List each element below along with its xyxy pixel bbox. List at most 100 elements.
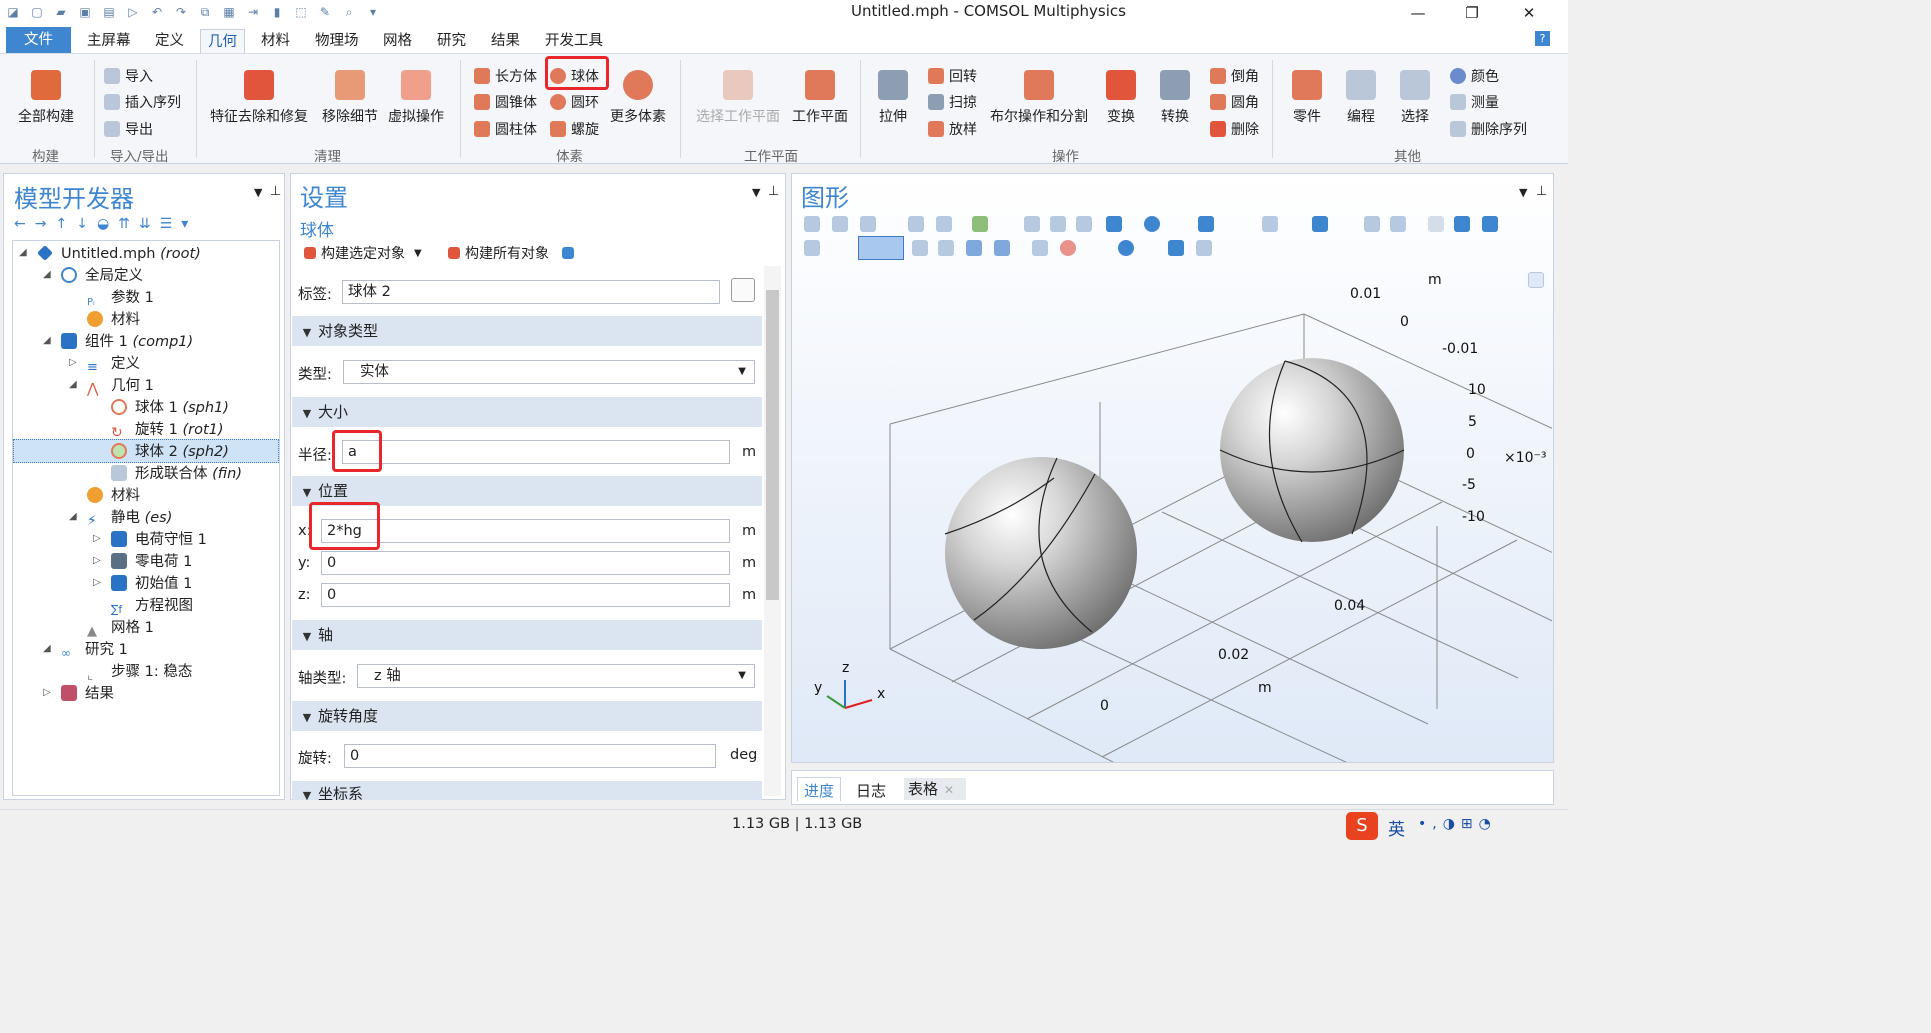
expand-toggle[interactable]: ▷ (69, 357, 79, 368)
view-icon[interactable] (1482, 216, 1498, 232)
feature-repair-button[interactable]: 特征去除和修复 (210, 70, 308, 126)
render-icon[interactable] (1262, 216, 1278, 232)
tree-node-electrostatics[interactable]: ⚡ 静电 (es) (87, 507, 172, 529)
torus-button[interactable]: 圆环 (550, 92, 599, 112)
y-field[interactable]: 0 (321, 551, 730, 575)
tab-materials[interactable]: 材料 (254, 29, 297, 53)
tree-node-root[interactable]: Untitled.mph (root) (37, 243, 201, 265)
select-box-icon[interactable] (1364, 216, 1380, 232)
tree-node-sphere1[interactable]: 球体 1 (sph1) (111, 397, 229, 419)
work-plane-button[interactable]: 工作平面 (792, 70, 848, 126)
tree-node-materials[interactable]: 材料 (87, 485, 140, 507)
zoom-box-icon[interactable] (860, 216, 876, 232)
pin-icon[interactable]: ⊥ (1536, 184, 1547, 199)
collapse-toggle[interactable]: ◢ (43, 643, 53, 654)
expand-all-icon[interactable]: ⇈ (118, 216, 130, 232)
collapse-toggle[interactable]: ◢ (43, 269, 53, 280)
tree-node-results[interactable]: 结果 (61, 683, 114, 705)
expand-toggle[interactable]: ▷ (43, 687, 53, 698)
sweep-button[interactable]: 扫掠 (928, 92, 977, 112)
axis-type-select[interactable]: z 轴 (357, 664, 755, 688)
show-hidden-icon[interactable] (1454, 216, 1470, 232)
xz-view-icon[interactable] (1076, 216, 1092, 232)
fillet-button[interactable]: 圆角 (1210, 92, 1259, 112)
tree-node-definitions[interactable]: ≡ 定义 (87, 353, 140, 375)
tree-node-equation-view[interactable]: ∑f 方程视图 (111, 595, 193, 617)
helix-button[interactable]: 螺旋 (550, 119, 599, 139)
booleans-button[interactable]: 布尔操作和分割 (990, 70, 1088, 126)
tab-physics[interactable]: 物理场 (308, 29, 366, 53)
export-button[interactable]: 导出 (104, 119, 153, 139)
hide-icon[interactable] (1428, 216, 1444, 232)
panel-menu-icon[interactable]: ▼ (752, 186, 760, 199)
collapse-toggle[interactable]: ◢ (69, 511, 79, 522)
tab-definitions[interactable]: 定义 (148, 29, 191, 53)
delete-sequence-button[interactable]: 删除序列 (1450, 119, 1527, 139)
ime-logo-icon[interactable]: S (1346, 812, 1378, 840)
block-button[interactable]: 长方体 (474, 66, 537, 86)
restore-button[interactable]: ❐ (1450, 0, 1494, 26)
tree-node-charge-conservation[interactable]: 电荷守恒 1 (111, 529, 207, 551)
tree-node-mesh[interactable]: ▲ 网格 1 (87, 617, 154, 639)
conversions-button[interactable]: 转换 (1160, 70, 1190, 126)
rotate-view-icon[interactable] (1144, 216, 1160, 232)
measure-button[interactable]: 测量 (1450, 92, 1499, 112)
colors-button[interactable]: 颜色 (1450, 66, 1499, 86)
collapse-toggle[interactable]: ◢ (69, 379, 79, 390)
type-select[interactable]: 实体 (343, 360, 755, 384)
zoom-selected-icon[interactable] (936, 216, 952, 232)
section-rotation-angle[interactable]: ▼ 旋转角度 (292, 701, 762, 731)
tree-node-form-union[interactable]: 形成联合体 (fin) (111, 463, 242, 485)
tab-results[interactable]: 结果 (484, 29, 527, 53)
chamfer-button[interactable]: 倒角 (1210, 66, 1259, 86)
extrude-button[interactable]: 拉伸 (878, 70, 908, 126)
show-grid-icon[interactable] (966, 240, 982, 256)
parts-button[interactable]: 零件 (1292, 70, 1322, 126)
clear-selection-icon[interactable] (1390, 216, 1406, 232)
tree-node-initial-values[interactable]: 初始值 1 (111, 573, 192, 595)
panel-menu-icon[interactable]: ▼ (1519, 186, 1527, 199)
camera-icon[interactable] (1168, 240, 1184, 256)
radius-field[interactable]: a (342, 440, 730, 464)
selection-mode-icon[interactable] (1198, 216, 1214, 232)
selections-button[interactable]: 选择 (1400, 70, 1430, 126)
tree-node-study[interactable]: ∞ 研究 1 (61, 639, 128, 661)
expand-toggle[interactable]: ▷ (93, 555, 103, 566)
zoom-extents-icon[interactable] (908, 216, 924, 232)
print-icon[interactable] (1196, 240, 1212, 256)
show-axes-icon[interactable] (994, 240, 1010, 256)
image-settings-icon[interactable] (1118, 240, 1134, 256)
up-icon[interactable]: ↑ (55, 216, 67, 232)
xy-view-icon[interactable] (1024, 216, 1040, 232)
tree-node-geometry[interactable]: ⋀ 几何 1 (87, 375, 154, 397)
panel-menu-icon[interactable]: ▼ (254, 186, 262, 199)
update-icon[interactable] (562, 247, 574, 259)
geometry-view[interactable] (792, 264, 1552, 762)
revolve-button[interactable]: 回转 (928, 66, 977, 86)
insert-sequence-button[interactable]: 插入序列 (104, 92, 181, 112)
collapse-all-icon[interactable]: ⇊ (139, 216, 151, 232)
z-field[interactable]: 0 (321, 583, 730, 607)
color-settings-icon[interactable] (1060, 240, 1076, 256)
scene-icon[interactable] (804, 240, 820, 256)
tab-file[interactable]: 文件 (6, 27, 71, 53)
tree-node-stationary-step[interactable]: ⌞ 步骤 1: 稳态 (87, 661, 192, 683)
move-icon[interactable] (1106, 216, 1122, 232)
loft-button[interactable]: 放样 (928, 119, 977, 139)
tab-progress[interactable]: 进度 (797, 777, 841, 801)
build-all-button[interactable]: 全部构建 (18, 70, 74, 126)
cylinder-button[interactable]: 圆柱体 (474, 119, 537, 139)
tree-node-sphere2[interactable]: 球体 2 (sph2) (111, 441, 229, 463)
wireframe-icon[interactable] (912, 240, 928, 256)
close-button[interactable]: ✕ (1507, 0, 1551, 26)
build-selected-button[interactable]: 构建选定对象 ▼ (304, 243, 422, 263)
tab-developer[interactable]: 开发工具 (538, 29, 610, 53)
forward-icon[interactable]: → (35, 216, 47, 232)
tab-mesh[interactable]: 网格 (376, 29, 419, 53)
transparency-toggle-icon[interactable] (938, 240, 954, 256)
programming-button[interactable]: 编程 (1346, 70, 1376, 126)
sphere-1-body[interactable] (944, 457, 1137, 649)
expand-toggle[interactable]: ▷ (93, 533, 103, 544)
yz-view-icon[interactable] (1050, 216, 1066, 232)
rotation-field[interactable]: 0 (344, 744, 716, 768)
